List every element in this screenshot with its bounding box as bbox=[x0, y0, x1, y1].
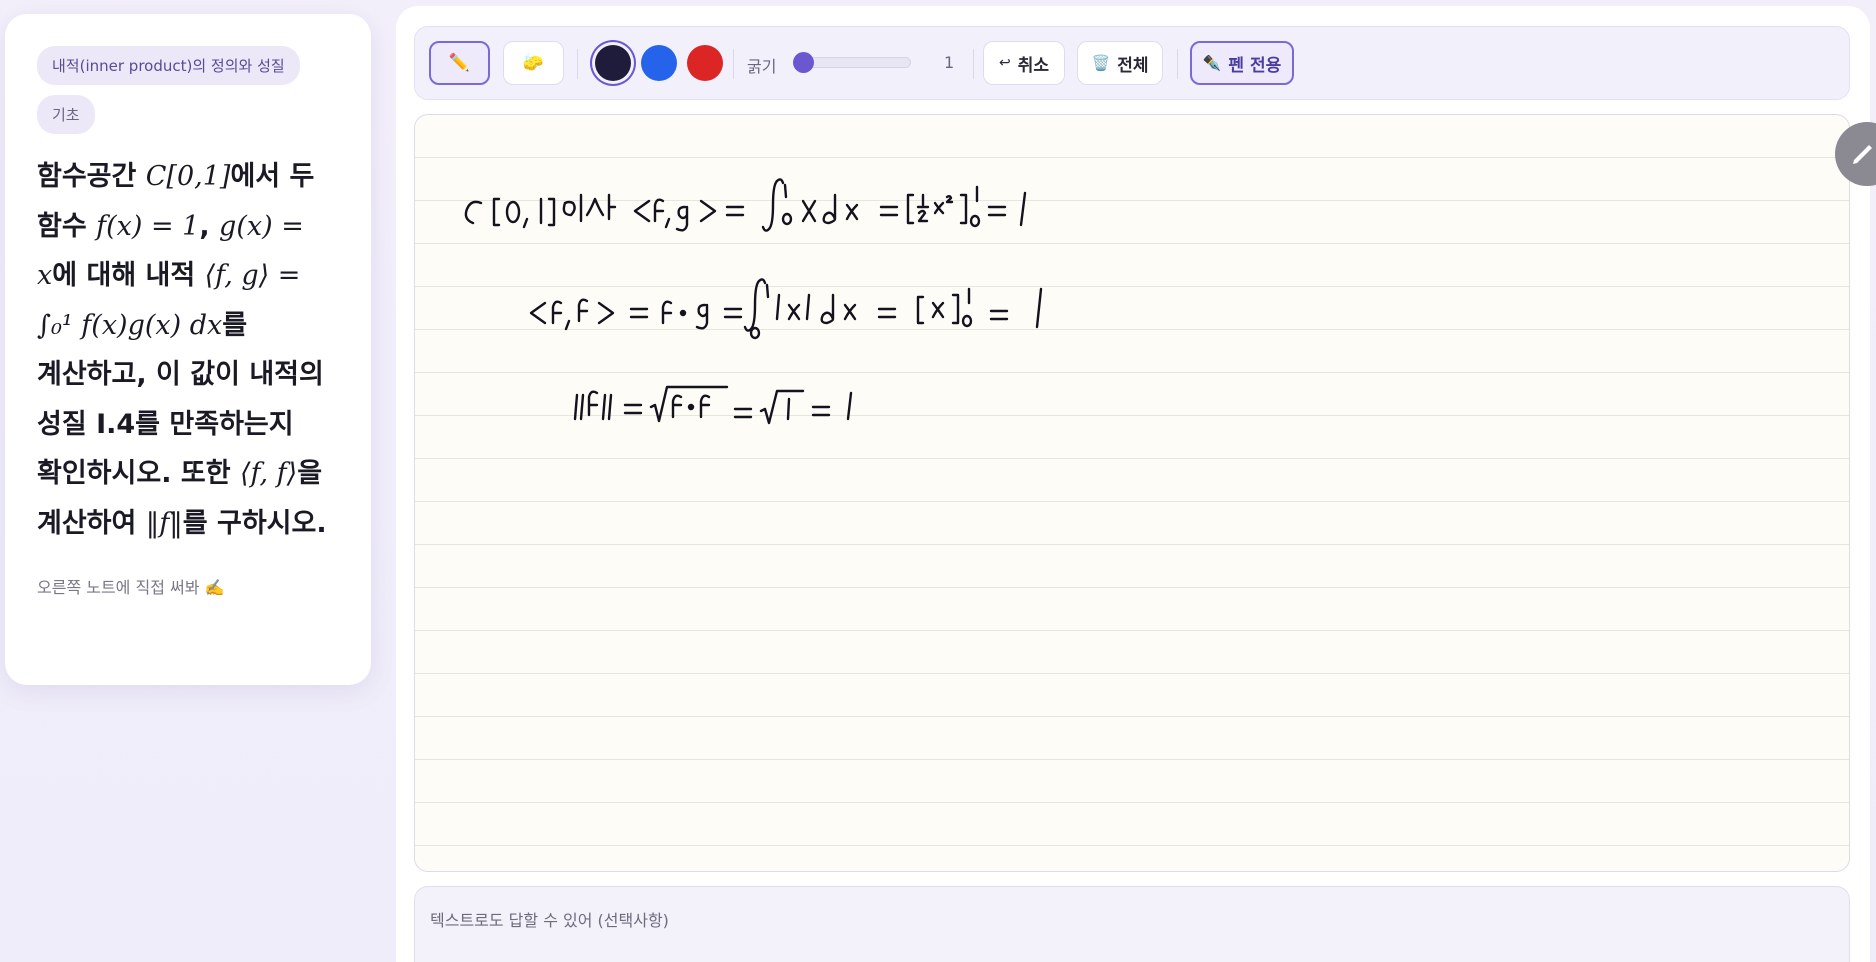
eraser-tool-button[interactable]: 🧽 bbox=[503, 41, 564, 85]
clear-all-button[interactable]: 🗑️ 전체 bbox=[1077, 41, 1163, 85]
handwriting-canvas[interactable] bbox=[414, 114, 1850, 872]
clear-all-label: 전체 bbox=[1117, 55, 1149, 76]
text-answer-input[interactable]: 텍스트로도 답할 수 있어 (선택사항) bbox=[414, 886, 1850, 962]
ink-strokes bbox=[464, 178, 1043, 425]
pen-only-toggle[interactable]: ✒️ 펜 전용 bbox=[1190, 41, 1294, 85]
hint-text: 오른쪽 노트에 직접 써봐 ✍️ bbox=[37, 578, 225, 597]
undo-label: 취소 bbox=[1017, 55, 1049, 76]
question-text: 함수공간 C[0,1]에서 두 함수 f(x) = 1, g(x) = x에 대… bbox=[37, 161, 327, 539]
toolbar-divider bbox=[973, 49, 974, 79]
question-card: 내적(inner product)의 정의와 성질 기초 함수공간 C[0,1]… bbox=[5, 14, 371, 685]
color-swatch-black[interactable] bbox=[595, 45, 631, 81]
topic-chip: 내적(inner product)의 정의와 성질 bbox=[37, 46, 300, 85]
handwritten-line-1 bbox=[464, 178, 1027, 232]
note-panel: ✏️ 🧽 굵기 1 ↩ 취소 🗑️ 전체 ✒️ 펜 전용 텍스트로도 답할 수 … bbox=[396, 6, 1870, 962]
level-chip: 기초 bbox=[37, 95, 95, 134]
toolbar-divider bbox=[577, 49, 578, 79]
pencil-icon bbox=[1853, 145, 1872, 164]
toolbar-divider bbox=[733, 49, 734, 79]
thickness-label: 굵기 bbox=[747, 57, 777, 76]
thickness-slider-knob[interactable] bbox=[793, 52, 814, 73]
undo-icon: ↩ bbox=[998, 55, 1011, 71]
eraser-icon: 🧽 bbox=[522, 53, 545, 73]
trash-icon: 🗑️ bbox=[1091, 54, 1111, 72]
toolbar-divider bbox=[1177, 49, 1178, 79]
fountain-pen-icon: ✒️ bbox=[1202, 54, 1222, 72]
pen-only-label: 펜 전용 bbox=[1228, 55, 1282, 76]
handwritten-line-3 bbox=[573, 385, 853, 425]
thickness-value: 1 bbox=[944, 53, 955, 72]
color-swatch-blue[interactable] bbox=[641, 45, 677, 81]
pencil-icon: ✏️ bbox=[448, 53, 471, 73]
handwritten-line-2 bbox=[529, 278, 1043, 340]
color-swatch-red[interactable] bbox=[687, 45, 723, 81]
pen-tool-button[interactable]: ✏️ bbox=[429, 41, 490, 85]
undo-button[interactable]: ↩ 취소 bbox=[983, 41, 1065, 85]
drawing-toolbar: ✏️ 🧽 굵기 1 ↩ 취소 🗑️ 전체 ✒️ 펜 전용 bbox=[414, 26, 1850, 100]
